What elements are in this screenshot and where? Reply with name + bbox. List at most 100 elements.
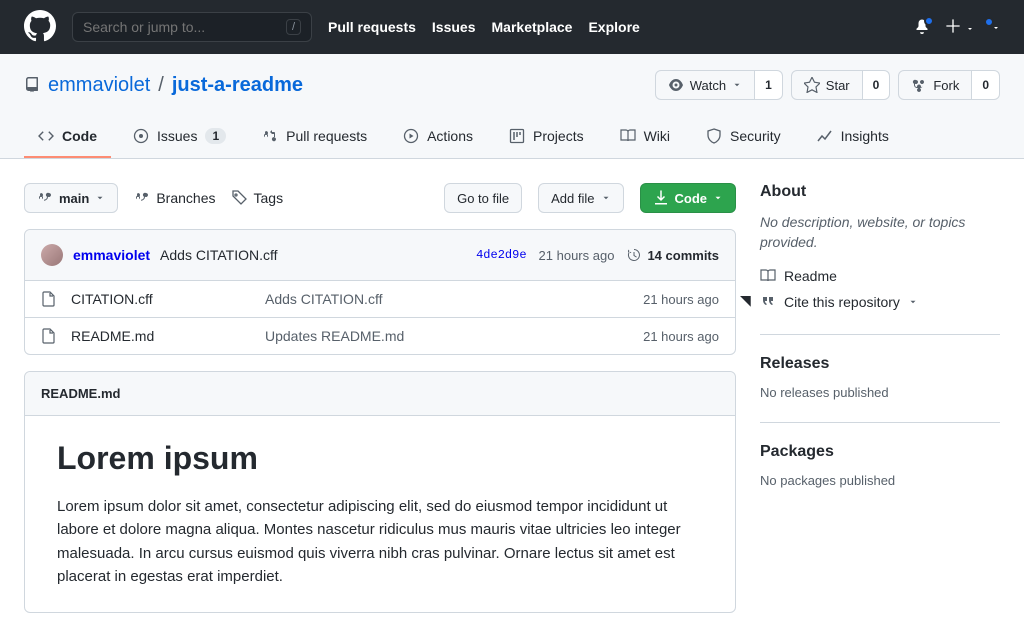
commit-when: 21 hours ago	[539, 248, 615, 263]
caret-down-icon	[95, 193, 105, 203]
nav-marketplace[interactable]: Marketplace	[492, 19, 573, 35]
repo-header: emmaviolet / just-a-readme Watch 1 Star …	[0, 54, 1024, 159]
tab-wiki[interactable]: Wiki	[606, 120, 684, 158]
path-separator: /	[158, 74, 164, 97]
file-commit-time: 21 hours ago	[643, 329, 719, 344]
repo-owner-link[interactable]: emmaviolet	[48, 74, 150, 97]
tab-security[interactable]: Security	[692, 120, 795, 158]
commit-sha-link[interactable]: 4de2d9e	[476, 248, 526, 262]
play-icon	[403, 128, 419, 144]
repo-icon	[24, 77, 40, 93]
tab-issues[interactable]: Issues1	[119, 120, 240, 158]
commit-message-link[interactable]: Adds CITATION.cff	[160, 247, 277, 263]
quote-icon	[760, 294, 776, 310]
code-icon	[38, 128, 54, 144]
global-header: / Pull requests Issues Marketplace Explo…	[0, 0, 1024, 54]
commit-author-link[interactable]: emmaviolet	[73, 247, 150, 263]
file-commit-message[interactable]: Updates README.md	[265, 328, 629, 344]
branch-name: main	[59, 191, 89, 206]
nav-issues[interactable]: Issues	[432, 19, 476, 35]
branch-select-button[interactable]: main	[24, 183, 118, 213]
file-listing: emmaviolet Adds CITATION.cff 4de2d9e 21 …	[24, 229, 736, 355]
tab-insights[interactable]: Insights	[803, 120, 903, 158]
readme-header: README.md	[25, 372, 735, 416]
issue-icon	[133, 128, 149, 144]
caret-down-icon	[908, 297, 918, 307]
notifications-icon[interactable]	[914, 18, 930, 37]
commit-author-avatar[interactable]	[41, 244, 63, 266]
repo-tab-nav: Code Issues1 Pull requests Actions Proje…	[24, 120, 1000, 158]
file-row[interactable]: CITATION.cff Adds CITATION.cff 21 hours …	[25, 281, 735, 318]
readme-content: Lorem ipsum Lorem ipsum dolor sit amet, …	[25, 416, 735, 612]
file-toolbar: main Branches Tags Go to file Add file C…	[24, 183, 736, 213]
watch-control: Watch 1	[655, 70, 783, 100]
commits-history-link[interactable]: 14 commits	[626, 247, 719, 263]
notification-badge	[924, 16, 934, 26]
project-icon	[509, 128, 525, 144]
tag-icon	[232, 190, 248, 206]
packages-heading: Packages	[760, 443, 1000, 461]
releases-section: Releases No releases published	[760, 334, 1000, 400]
star-count[interactable]: 0	[863, 70, 891, 100]
sidebar-readme-link[interactable]: Readme	[760, 268, 1000, 284]
releases-heading: Releases	[760, 355, 1000, 373]
shield-icon	[706, 128, 722, 144]
history-icon	[626, 247, 642, 263]
star-icon	[804, 77, 820, 93]
eye-icon	[668, 77, 684, 93]
watch-button[interactable]: Watch	[655, 70, 755, 100]
sidebar-cite-link[interactable]: Cite this repository	[760, 294, 1000, 310]
search-input[interactable]	[83, 19, 278, 35]
file-name-link[interactable]: README.md	[71, 328, 251, 344]
branches-link[interactable]: Branches	[134, 190, 215, 206]
caret-down-icon	[601, 193, 611, 203]
fork-label: Fork	[933, 78, 959, 93]
releases-empty: No releases published	[760, 385, 1000, 400]
github-logo[interactable]	[24, 10, 56, 45]
tab-pulls[interactable]: Pull requests	[248, 120, 381, 158]
caret-down-icon	[732, 80, 742, 90]
fork-button[interactable]: Fork	[898, 70, 972, 100]
fork-control: Fork 0	[898, 70, 1000, 100]
file-name-link[interactable]: CITATION.cff	[71, 291, 251, 307]
mark-github-icon	[24, 10, 56, 42]
tab-code[interactable]: Code	[24, 120, 111, 158]
repo-name-link[interactable]: just-a-readme	[172, 74, 303, 97]
fork-count[interactable]: 0	[972, 70, 1000, 100]
tab-projects[interactable]: Projects	[495, 120, 598, 158]
readme-title: Lorem ipsum	[57, 440, 703, 477]
star-label: Star	[826, 78, 850, 93]
latest-commit-bar: emmaviolet Adds CITATION.cff 4de2d9e 21 …	[25, 230, 735, 281]
packages-empty: No packages published	[760, 473, 1000, 488]
readme-body: Lorem ipsum dolor sit amet, consectetur …	[57, 495, 703, 588]
watch-label: Watch	[690, 78, 726, 93]
add-file-button[interactable]: Add file	[538, 183, 623, 213]
code-download-button[interactable]: Code	[640, 183, 737, 213]
pull-request-icon	[262, 128, 278, 144]
caret-down-icon	[713, 193, 723, 203]
goto-file-button[interactable]: Go to file	[444, 183, 522, 213]
download-icon	[653, 190, 669, 206]
file-commit-message[interactable]: Adds CITATION.cff	[265, 291, 629, 307]
issues-count: 1	[205, 128, 226, 144]
tags-link[interactable]: Tags	[232, 190, 284, 206]
star-button[interactable]: Star	[791, 70, 863, 100]
about-heading: About	[760, 183, 1000, 201]
fork-icon	[911, 77, 927, 93]
create-new-dropdown[interactable]	[946, 19, 974, 36]
book-icon	[760, 268, 776, 284]
nav-pulls[interactable]: Pull requests	[328, 19, 416, 35]
packages-section: Packages No packages published	[760, 422, 1000, 488]
slash-shortcut-icon: /	[286, 19, 301, 35]
readme-filename: README.md	[41, 386, 120, 401]
file-row[interactable]: README.md Updates README.md 21 hours ago	[25, 318, 735, 354]
watch-count[interactable]: 1	[755, 70, 783, 100]
tab-actions[interactable]: Actions	[389, 120, 487, 158]
about-description: No description, website, or topics provi…	[760, 213, 1000, 252]
global-search[interactable]: /	[72, 12, 312, 42]
nav-explore[interactable]: Explore	[588, 19, 639, 35]
user-menu[interactable]	[990, 19, 1000, 35]
file-icon	[41, 328, 57, 344]
readme-box: README.md Lorem ipsum Lorem ipsum dolor …	[24, 371, 736, 613]
global-nav: Pull requests Issues Marketplace Explore	[328, 19, 640, 35]
